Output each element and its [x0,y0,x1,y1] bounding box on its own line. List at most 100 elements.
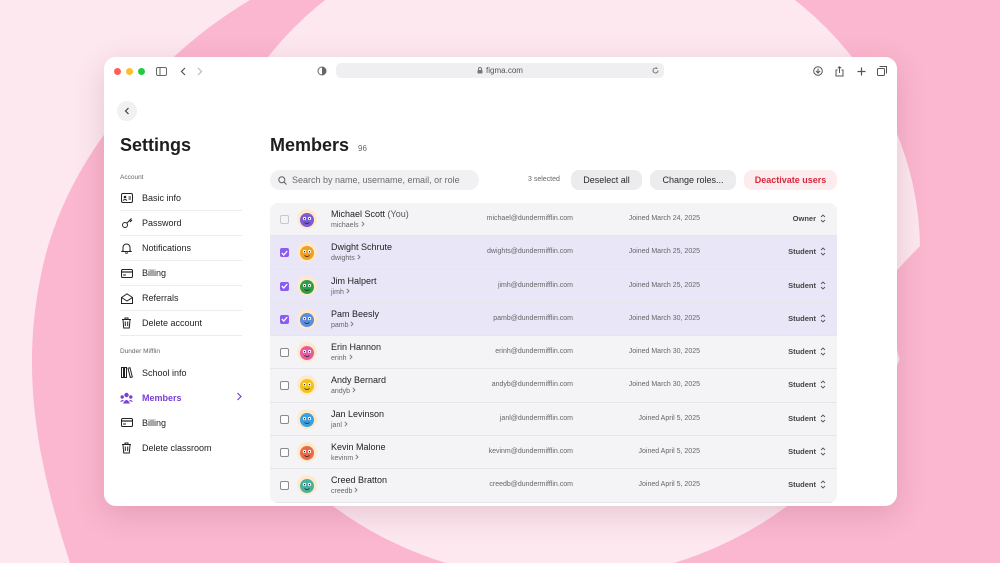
row-checkbox[interactable] [280,315,289,324]
search-input[interactable] [292,175,472,185]
maximize-window-button[interactable] [138,68,145,75]
row-checkbox[interactable] [280,248,289,257]
people-icon [120,391,133,404]
chevron-left-icon [124,107,130,115]
row-checkbox[interactable] [280,415,289,424]
role-select[interactable]: Student [788,480,826,489]
share-icon[interactable] [832,64,846,78]
deselect-all-button[interactable]: Deselect all [571,170,642,190]
avatar [297,409,317,429]
avatar [297,442,317,462]
change-roles-button[interactable]: Change roles... [650,170,736,190]
sidebar-group-dunder-mifflin-label: Dunder Mifflin [120,348,242,355]
table-row[interactable]: Jim Halpertjimh jimh@dundermifflin.comJo… [270,270,837,303]
chevron-right-icon [354,487,358,493]
member-username[interactable]: pamb [331,321,354,329]
member-email: janl@dundermifflin.com [500,415,573,422]
search-box[interactable] [270,170,479,190]
table-row[interactable]: Jan Levinson janl janl@dundermifflin.com J… [270,403,837,436]
settings-title: Settings [120,135,242,156]
sidebar-item-members[interactable]: Members [120,385,242,410]
settings-sidebar: Settings Account Basic info Password Not… [120,135,242,460]
row-checkbox[interactable] [280,448,289,457]
sidebar-item-label: School info [142,368,187,378]
download-icon[interactable] [811,64,825,78]
back-button[interactable] [117,101,137,121]
row-checkbox[interactable] [280,481,289,490]
role-select[interactable]: Student [788,380,826,389]
chevron-up-down-icon [820,214,826,223]
id-card-icon [120,192,133,205]
members-panel: Members 96 3 selected Deselect all Chang… [270,135,837,157]
tab-overview-icon[interactable] [875,64,889,78]
reload-icon[interactable] [652,67,659,74]
member-username[interactable]: kevinm [331,454,359,462]
member-username[interactable]: creedb [331,487,358,495]
member-email: kevinm@dundermifflin.com [489,448,573,455]
checkmark-icon [281,283,288,289]
table-row[interactable]: Pam Beeslypamb pamb@dundermifflin.comJoi… [270,303,837,336]
new-tab-icon[interactable] [854,64,868,78]
member-username[interactable]: jimh [331,288,350,296]
member-email: pamb@dundermifflin.com [493,315,573,322]
chevron-up-down-icon [820,380,826,389]
privacy-shield-icon[interactable] [315,64,329,78]
sidebar-item-delete-classroom[interactable]: Delete classroom [120,435,242,460]
minimize-window-button[interactable] [126,68,133,75]
role-select[interactable]: Owner [793,214,826,223]
deactivate-users-button[interactable]: Deactivate users [744,170,837,190]
member-username[interactable]: michaels [331,221,365,229]
member-joined-date: Joined March 25, 2025 [629,248,700,255]
sidebar-item-delete-account[interactable]: Delete account [120,311,242,336]
member-username-text: erinh [331,355,347,362]
role-select[interactable]: Student [788,447,826,456]
chevron-up-down-icon [820,480,826,489]
close-window-button[interactable] [114,68,121,75]
member-name-text: Jan Levinson [331,409,384,419]
sidebar-item-notifications[interactable]: Notifications [120,236,242,261]
member-joined-date: Joined March 30, 2025 [629,381,700,388]
back-nav-icon[interactable] [176,64,190,78]
role-select[interactable]: Student [788,414,826,423]
member-name: Erin Hannon [331,342,381,352]
member-username[interactable]: andyb [331,387,356,395]
row-checkbox[interactable] [280,348,289,357]
sidebar-item-basic-info[interactable]: Basic info [120,186,242,211]
member-username[interactable]: dwights [331,254,361,262]
trash-icon [120,317,133,330]
role-select[interactable]: Student [788,314,826,323]
member-username-text: kevinm [331,455,353,462]
role-select[interactable]: Student [788,247,826,256]
table-row[interactable]: Michael Scott (You)michaels michael@dund… [270,203,837,236]
address-bar[interactable]: figma.com [336,63,664,78]
member-email: michael@dundermifflin.com [487,215,573,222]
sidebar-item-classroom-billing[interactable]: Billing [120,410,242,435]
sidebar-item-password[interactable]: Password [120,211,242,236]
row-checkbox[interactable] [280,381,289,390]
row-checkbox[interactable] [280,282,289,291]
avatar [297,309,317,329]
sidebar-toggle-icon[interactable] [154,64,168,78]
member-joined-date: Joined April 5, 2025 [639,415,701,422]
table-row[interactable]: Creed Brattoncreedb creedb@dundermifflin… [270,469,837,502]
member-name-text: Jim Halpert [331,276,377,286]
table-row[interactable]: Erin Hannonerinh erinh@dundermifflin.com… [270,336,837,369]
member-name: Andy Bernard [331,375,386,385]
member-username[interactable]: erinh [331,354,353,362]
role-select[interactable]: Student [788,281,826,290]
sidebar-item-label: Billing [142,418,166,428]
member-username[interactable]: janl [331,421,348,429]
sidebar-item-school-info[interactable]: School info [120,360,242,385]
sidebar-item-billing[interactable]: Billing [120,261,242,286]
member-joined-date: Joined March 30, 2025 [629,315,700,322]
table-row[interactable]: Dwight Schrutedwights dwights@dundermiff… [270,236,837,269]
member-email: dwights@dundermifflin.com [487,248,573,255]
table-row[interactable]: Kevin Malonekevinm kevinm@dundermifflin.… [270,436,837,469]
table-row[interactable]: Andy Bernard andyb andyb@dundermifflin.co… [270,369,837,402]
forward-nav-icon[interactable] [193,64,207,78]
sidebar-item-label: Members [142,393,182,403]
member-email: andyb@dundermifflin.com [492,381,573,388]
sidebar-item-referrals[interactable]: Referrals [120,286,242,311]
role-select[interactable]: Student [788,347,826,356]
selected-count: 3 selected [528,176,560,183]
